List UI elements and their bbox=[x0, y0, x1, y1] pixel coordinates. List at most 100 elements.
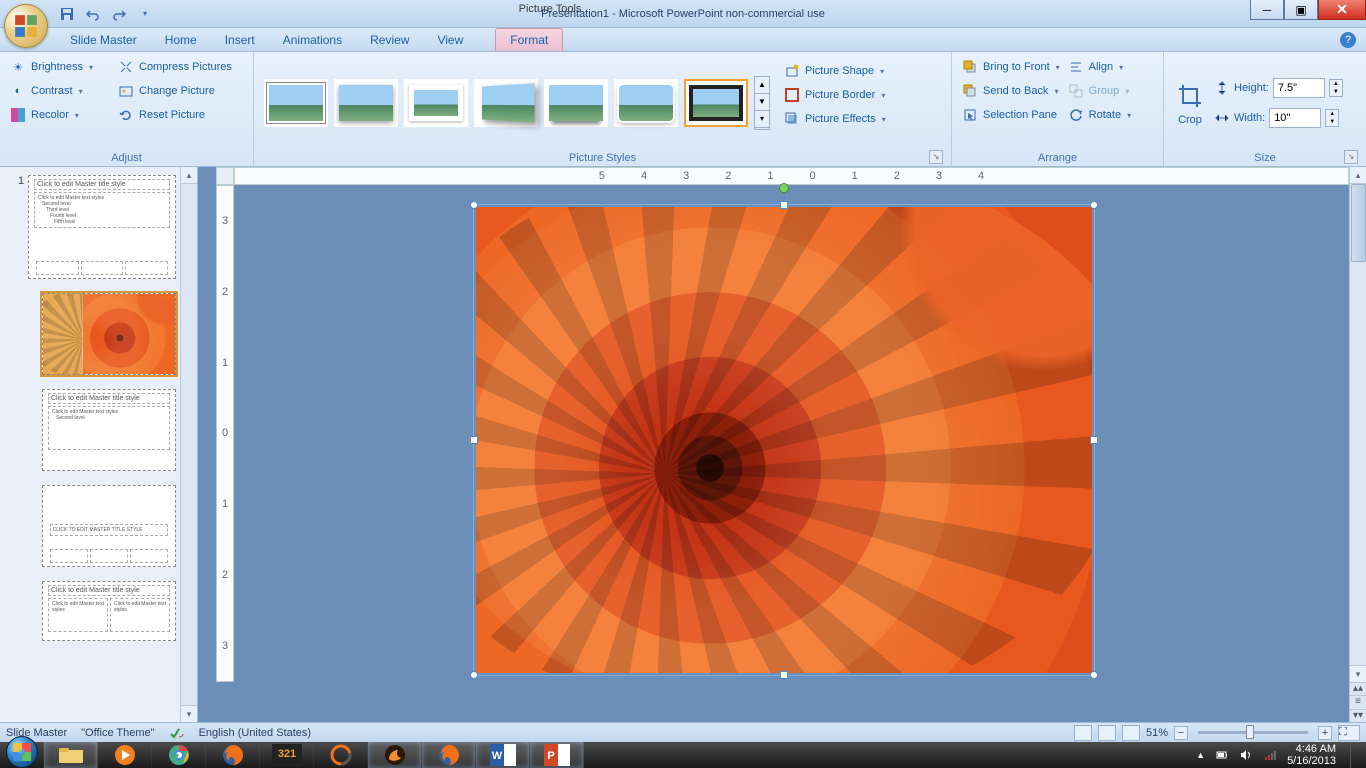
layout-thumbnail-3[interactable]: CLICK TO EDIT MASTER TITLE STYLE bbox=[42, 485, 176, 567]
normal-view-button[interactable] bbox=[1074, 725, 1092, 741]
sorter-view-button[interactable] bbox=[1098, 725, 1116, 741]
group-button[interactable]: Group▾ bbox=[1064, 80, 1135, 102]
ruler-origin[interactable] bbox=[216, 167, 234, 185]
close-button[interactable]: ✕ bbox=[1318, 0, 1366, 20]
minimize-button[interactable]: ─ bbox=[1250, 0, 1284, 20]
layout-thumbnail-4[interactable]: Click to edit Master title style Click t… bbox=[42, 581, 176, 641]
gallery-up-icon[interactable]: ▲ bbox=[755, 77, 769, 94]
change-picture-button[interactable]: Change Picture bbox=[114, 80, 236, 102]
office-button[interactable] bbox=[4, 4, 48, 48]
gallery-more-icon[interactable]: ▾ bbox=[755, 111, 769, 128]
picture-effects-button[interactable]: Picture Effects▾ bbox=[780, 108, 890, 130]
selection-pane-button[interactable]: Selection Pane bbox=[958, 104, 1064, 126]
bring-to-front-button[interactable]: Bring to Front▾ bbox=[958, 56, 1064, 78]
zoom-level[interactable]: 51% bbox=[1146, 727, 1168, 739]
taskbar-app-2[interactable] bbox=[368, 742, 422, 768]
tray-show-hidden-icon[interactable]: ▲ bbox=[1196, 750, 1205, 760]
style-4[interactable] bbox=[474, 79, 538, 127]
slideshow-view-button[interactable] bbox=[1122, 725, 1140, 741]
undo-icon[interactable] bbox=[82, 3, 104, 25]
width-up[interactable]: ▲ bbox=[1326, 110, 1338, 118]
width-input[interactable] bbox=[1269, 108, 1321, 128]
tab-home[interactable]: Home bbox=[151, 29, 211, 51]
styles-dialog-icon[interactable]: ↘ bbox=[929, 150, 943, 164]
maximize-button[interactable]: ▣ bbox=[1284, 0, 1318, 20]
taskbar-firefox-1[interactable] bbox=[206, 742, 260, 768]
fit-window-button[interactable]: ⛶ bbox=[1338, 725, 1360, 741]
master-thumbnail[interactable]: Click to edit Master title style Click t… bbox=[28, 175, 176, 279]
nav-menu-button[interactable]: ≡ bbox=[1350, 695, 1366, 708]
save-icon[interactable] bbox=[56, 3, 78, 25]
status-theme[interactable]: "Office Theme" bbox=[81, 727, 154, 739]
start-button[interactable] bbox=[0, 742, 44, 768]
taskbar-word[interactable]: W bbox=[476, 742, 530, 768]
brightness-button[interactable]: ☀Brightness▾ bbox=[6, 56, 114, 78]
taskbar-explorer[interactable] bbox=[44, 742, 98, 768]
thumbnails-scrollbar[interactable]: ▴ ▾ bbox=[180, 167, 197, 722]
tab-review[interactable]: Review bbox=[356, 29, 423, 51]
slide-canvas[interactable] bbox=[476, 207, 1092, 673]
qat-customize-icon[interactable]: ▾ bbox=[134, 3, 156, 25]
tab-animations[interactable]: Animations bbox=[269, 29, 356, 51]
zoom-slider-thumb[interactable] bbox=[1246, 725, 1254, 739]
scroll-down-button[interactable]: ▾ bbox=[1350, 665, 1366, 682]
align-button[interactable]: Align▾ bbox=[1064, 56, 1135, 78]
picture-chrysanthemum[interactable] bbox=[476, 207, 1092, 673]
compress-pictures-button[interactable]: Compress Pictures bbox=[114, 56, 236, 78]
scroll-up-icon[interactable]: ▴ bbox=[181, 167, 197, 184]
status-language[interactable]: English (United States) bbox=[199, 727, 312, 739]
help-icon[interactable]: ? bbox=[1340, 32, 1356, 48]
picture-border-button[interactable]: Picture Border▾ bbox=[780, 84, 890, 106]
style-2[interactable] bbox=[334, 79, 398, 127]
style-6[interactable] bbox=[614, 79, 678, 127]
taskbar-firefox-2[interactable] bbox=[422, 742, 476, 768]
zoom-out-button[interactable]: − bbox=[1174, 726, 1188, 740]
redo-icon[interactable] bbox=[108, 3, 130, 25]
taskbar-mpc[interactable]: 321 bbox=[260, 742, 314, 768]
zoom-slider[interactable] bbox=[1198, 731, 1308, 734]
tab-slide-master[interactable]: Slide Master bbox=[56, 29, 151, 51]
vertical-scrollbar[interactable]: ▴ ▾ bbox=[1349, 167, 1366, 682]
recolor-button[interactable]: Recolor▾ bbox=[6, 104, 114, 126]
next-slide-button[interactable]: ▾▾ bbox=[1350, 709, 1366, 722]
size-dialog-icon[interactable]: ↘ bbox=[1344, 150, 1358, 164]
style-1[interactable] bbox=[264, 79, 328, 127]
show-desktop-button[interactable] bbox=[1350, 742, 1358, 768]
taskbar-wmp[interactable] bbox=[98, 742, 152, 768]
crop-icon[interactable] bbox=[1174, 80, 1206, 112]
scroll-down-icon[interactable]: ▾ bbox=[181, 705, 197, 722]
zoom-in-button[interactable]: + bbox=[1318, 726, 1332, 740]
width-down[interactable]: ▼ bbox=[1326, 118, 1338, 126]
layout-thumbnail-1[interactable] bbox=[42, 293, 176, 375]
height-down[interactable]: ▼ bbox=[1330, 88, 1342, 96]
network-icon[interactable] bbox=[1263, 748, 1277, 762]
volume-icon[interactable] bbox=[1239, 748, 1253, 762]
taskbar-powerpoint[interactable]: P bbox=[530, 742, 584, 768]
scroll-thumb[interactable] bbox=[1351, 184, 1366, 262]
height-up[interactable]: ▲ bbox=[1330, 80, 1342, 88]
prev-slide-button[interactable]: ▴▴ bbox=[1350, 682, 1366, 695]
tab-view[interactable]: View bbox=[423, 29, 477, 51]
tab-format[interactable]: Format bbox=[495, 28, 563, 51]
contrast-button[interactable]: ◐Contrast▾ bbox=[6, 80, 114, 102]
layout-thumbnail-2[interactable]: Click to edit Master title style Click t… bbox=[42, 389, 176, 471]
style-3[interactable] bbox=[404, 79, 468, 127]
spellcheck-icon[interactable] bbox=[169, 725, 185, 741]
taskbar-chrome[interactable] bbox=[152, 742, 206, 768]
rotate-button[interactable]: Rotate▾ bbox=[1064, 104, 1135, 126]
battery-icon[interactable] bbox=[1215, 748, 1229, 762]
taskbar-app-1[interactable] bbox=[314, 742, 368, 768]
tab-insert[interactable]: Insert bbox=[211, 29, 269, 51]
tray-clock[interactable]: 4:46 AM5/16/2013 bbox=[1287, 743, 1336, 767]
style-7[interactable] bbox=[684, 79, 748, 127]
picture-shape-button[interactable]: Picture Shape▾ bbox=[780, 60, 890, 82]
reset-picture-button[interactable]: Reset Picture bbox=[114, 104, 236, 126]
scroll-up-button[interactable]: ▴ bbox=[1350, 167, 1366, 184]
send-to-back-button[interactable]: Send to Back▾ bbox=[958, 80, 1064, 102]
style-5[interactable] bbox=[544, 79, 608, 127]
vertical-ruler[interactable]: 3210123 bbox=[216, 185, 234, 682]
horizontal-ruler[interactable]: 5432101234 bbox=[234, 167, 1349, 185]
height-input[interactable] bbox=[1273, 78, 1325, 98]
gallery-down-icon[interactable]: ▼ bbox=[755, 94, 769, 111]
crop-label[interactable]: Crop bbox=[1178, 114, 1202, 126]
